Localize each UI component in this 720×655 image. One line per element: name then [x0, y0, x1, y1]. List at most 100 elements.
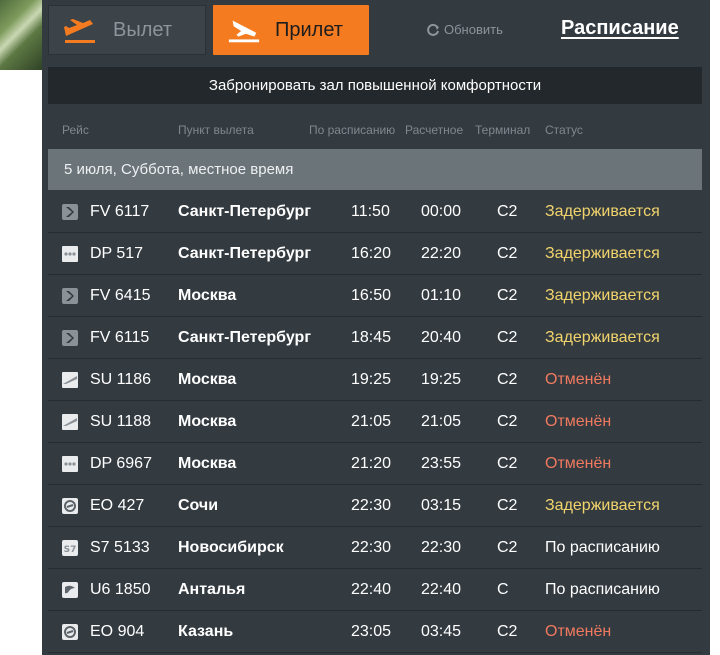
flight-status: По расписанию: [545, 581, 660, 598]
flight-number: FV 6117: [90, 203, 150, 220]
date-header-label: 5 июля, Суббота, местное время: [64, 161, 294, 178]
flight-status: Отменён: [545, 371, 612, 388]
terminal: C2: [497, 203, 518, 220]
flight-number: DP 6967: [90, 455, 152, 472]
terminal: C2: [497, 329, 518, 346]
table-row[interactable]: S7 S7 5133 Новосибирск 22:30 22:30 C2 По распи…: [48, 527, 702, 569]
estimated-time: 00:00: [421, 203, 462, 220]
table-row[interactable]: SU 1186 Москва 19:25 19:25 C2 Отменён: [48, 359, 702, 401]
aeroflot-logo-icon: [62, 372, 78, 388]
lounge-booking-label: Забронировать зал повышенной комфортност…: [208, 77, 542, 94]
flight-status: По расписанию: [545, 539, 660, 556]
table-row[interactable]: EO 904 Казань 23:05 03:45 C2 Отменён: [48, 611, 702, 653]
refresh-label: Обновить: [444, 22, 503, 37]
origin-city: Санкт-Петербург: [178, 203, 311, 220]
lounge-booking-button[interactable]: Забронировать зал повышенной комфортност…: [48, 67, 702, 104]
table-row[interactable]: FV 6117 Санкт-Петербург 11:50 00:00 C2 Задерж…: [48, 191, 702, 233]
rossiya-logo-icon: [62, 204, 78, 220]
pegas-logo-icon: [62, 624, 78, 640]
table-row[interactable]: EO 427 Сочи 22:30 03:15 C2 Задерживается: [48, 485, 702, 527]
scheduled-time: 19:25: [351, 371, 392, 388]
estimated-time: 03:45: [421, 623, 462, 640]
origin-city: Анталья: [178, 581, 246, 598]
takeoff-icon: [63, 15, 97, 45]
estimated-time: 19:25: [421, 371, 462, 388]
scheduled-time: 11:50: [351, 203, 390, 220]
estimated-time: 01:10: [421, 287, 462, 304]
terminal: C2: [497, 539, 518, 556]
terminal: C2: [497, 413, 518, 430]
column-header-origin: Пункт вылета: [178, 123, 254, 137]
origin-city: Санкт-Петербург: [178, 245, 311, 262]
flight-number: FV 6415: [90, 287, 151, 304]
estimated-time: 23:55: [421, 455, 462, 472]
terminal: C2: [497, 497, 518, 514]
aeroflot-logo-icon: [62, 414, 78, 430]
scheduled-time: 22:30: [351, 539, 392, 556]
scheduled-time: 16:50: [351, 287, 392, 304]
terminal: C2: [497, 623, 518, 640]
flight-status: Отменён: [545, 455, 612, 472]
estimated-time: 20:40: [421, 329, 462, 346]
estimated-time: 22:40: [421, 581, 462, 598]
tab-arrival-label: Прилет: [275, 18, 343, 41]
flight-number: FV 6115: [90, 329, 150, 346]
scheduled-time: 22:40: [351, 581, 392, 598]
schedule-link[interactable]: Расписание: [561, 17, 679, 40]
column-header-terminal: Терминал: [475, 123, 531, 137]
flight-number: U6 1850: [90, 581, 151, 598]
scheduled-time: 16:20: [351, 245, 392, 262]
scheduled-time: 21:20: [351, 455, 392, 472]
refresh-button[interactable]: Обновить: [426, 22, 503, 37]
refresh-icon: [427, 23, 439, 36]
rossiya-logo-icon: [62, 330, 78, 346]
table-row[interactable]: FV 6415 Москва 16:50 01:10 C2 Задерживается: [48, 275, 702, 317]
table-row[interactable]: DP 517 Санкт-Петербург 16:20 22:20 C2 Задержи…: [48, 233, 702, 275]
table-row[interactable]: FV 6115 Санкт-Петербург 18:45 20:40 C2 Задерж…: [48, 317, 702, 359]
estimated-time: 03:15: [421, 497, 462, 514]
ural-logo-icon: [62, 582, 78, 598]
origin-city: Москва: [178, 287, 237, 304]
svg-text:S7: S7: [64, 545, 77, 555]
terminal: C: [497, 581, 509, 598]
origin-city: Москва: [178, 413, 237, 430]
flight-status: Задерживается: [545, 245, 660, 262]
scheduled-time: 21:05: [351, 413, 392, 430]
date-header: 5 июля, Суббота, местное время: [48, 149, 702, 190]
tab-arrival[interactable]: Прилет: [213, 5, 369, 55]
origin-city: Новосибирск: [178, 539, 284, 556]
rossiya-logo-icon: [62, 288, 78, 304]
flight-number: EO 904: [90, 623, 145, 640]
column-header-scheduled: По расписанию: [309, 123, 396, 137]
table-row[interactable]: U6 1850 Анталья 22:40 22:40 C По расписанию: [48, 569, 702, 611]
flight-status: Задерживается: [545, 203, 660, 220]
tab-departure[interactable]: Вылет: [48, 5, 206, 55]
pegas-logo-icon: [62, 498, 78, 514]
landing-icon: [227, 15, 261, 45]
origin-city: Москва: [178, 455, 237, 472]
flight-number: SU 1188: [90, 413, 152, 430]
table-row[interactable]: DP 6967 Москва 21:20 23:55 C2 Отменён: [48, 443, 702, 485]
scheduled-time: 23:05: [351, 623, 392, 640]
origin-city: Сочи: [178, 497, 219, 514]
estimated-time: 22:20: [421, 245, 462, 262]
column-header-flight: Рейс: [62, 123, 89, 137]
scheduled-time: 18:45: [351, 329, 392, 346]
estimated-time: 22:30: [421, 539, 462, 556]
flight-status: Задерживается: [545, 329, 660, 346]
flight-status: Задерживается: [545, 287, 660, 304]
column-header-estimated: Расчетное: [405, 123, 464, 137]
scheduled-time: 22:30: [351, 497, 392, 514]
flight-number: SU 1186: [90, 371, 152, 388]
origin-city: Казань: [178, 623, 234, 640]
flight-status: Отменён: [545, 413, 612, 430]
table-row[interactable]: SU 1188 Москва 21:05 21:05 C2 Отменён: [48, 401, 702, 443]
terminal: C2: [497, 455, 518, 472]
pobeda-logo-icon: [62, 456, 78, 472]
flight-status: Задерживается: [545, 497, 660, 514]
tab-departure-label: Вылет: [113, 18, 173, 41]
origin-city: Санкт-Петербург: [178, 329, 311, 346]
terminal: C2: [497, 371, 518, 388]
origin-city: Москва: [178, 371, 237, 388]
terminal: C2: [497, 287, 518, 304]
